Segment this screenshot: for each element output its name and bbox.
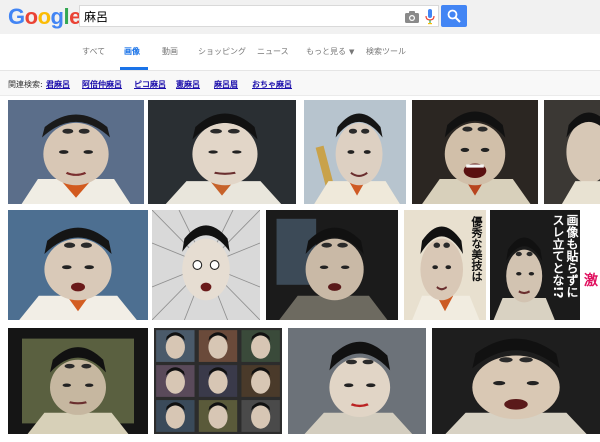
image-result[interactable] (288, 328, 426, 434)
top-bar: Google (0, 0, 600, 34)
logo-letter: G (8, 4, 25, 29)
face-image (8, 210, 148, 320)
face-image (544, 100, 600, 204)
image-result[interactable] (152, 210, 260, 320)
image-result[interactable]: 激 (584, 210, 600, 320)
tab-more-label: もっと見る (306, 47, 346, 56)
image-result[interactable]: 優秀な美技は (404, 210, 486, 320)
microphone-icon[interactable] (425, 9, 435, 25)
image-result[interactable] (8, 100, 144, 204)
related-link[interactable]: 君麻呂 (46, 79, 70, 90)
caption-text: 優秀な美技は (470, 216, 483, 282)
face-image (266, 210, 398, 320)
related-link[interactable]: 憲麻呂 (176, 79, 200, 90)
related-link[interactable]: ピコ麻呂 (134, 79, 166, 90)
related-link[interactable]: 阿倍仲麻呂 (82, 79, 122, 90)
image-result[interactable] (432, 328, 600, 434)
face-image (152, 210, 260, 320)
face-image (432, 328, 600, 434)
logo-letter: o (37, 4, 51, 29)
face-image (412, 100, 538, 204)
tab-more[interactable]: もっと見る ▼ (306, 46, 354, 57)
face-image (148, 100, 296, 204)
tab-videos[interactable]: 動画 (162, 46, 178, 57)
caption-text: スレ立てとな!? (551, 214, 565, 299)
search-box (79, 5, 439, 27)
face-image (8, 100, 144, 204)
logo-letter: o (24, 4, 38, 29)
image-result[interactable] (154, 328, 282, 434)
caption-text: 激 (584, 273, 598, 289)
related-label: 関連検索: (8, 80, 43, 89)
google-logo[interactable]: Google (8, 4, 81, 30)
image-result[interactable] (148, 100, 296, 204)
image-result[interactable] (266, 210, 398, 320)
related-link[interactable]: おちゃ麻呂 (252, 79, 292, 90)
image-result[interactable]: 画像も貼らずに スレ立てとな!? (490, 210, 580, 320)
active-tab-indicator (120, 67, 148, 70)
caption-text: 画像も貼らずに (565, 214, 579, 298)
image-result[interactable] (304, 100, 406, 204)
tab-search-tools[interactable]: 検索ツール (366, 46, 406, 57)
face-image (8, 328, 148, 434)
logo-letter: g (50, 4, 64, 29)
tab-shopping[interactable]: ショッピング (198, 46, 246, 57)
image-result[interactable] (412, 100, 538, 204)
face-image (288, 328, 426, 434)
related-link[interactable]: 麻呂眉 (214, 79, 238, 90)
caret-down-icon: ▼ (349, 48, 355, 56)
tab-news[interactable]: ニュース (257, 46, 289, 57)
search-button[interactable] (441, 5, 467, 27)
related-searches: 関連検索: 君麻呂 阿倍仲麻呂 ピコ麻呂 憲麻呂 麻呂眉 おちゃ麻呂 (0, 71, 600, 96)
face-image (304, 100, 406, 204)
tab-images[interactable]: 画像 (124, 46, 140, 57)
image-result[interactable] (8, 328, 148, 434)
image-result[interactable] (544, 100, 600, 204)
face-collage-image (154, 328, 282, 434)
image-result[interactable] (8, 210, 148, 320)
search-tabs: すべて 画像 動画 ショッピング ニュース もっと見る ▼ 検索ツール (0, 34, 600, 71)
search-icon (447, 9, 461, 23)
search-input[interactable] (84, 8, 384, 24)
camera-icon[interactable] (404, 10, 420, 24)
tab-all[interactable]: すべて (82, 46, 105, 57)
